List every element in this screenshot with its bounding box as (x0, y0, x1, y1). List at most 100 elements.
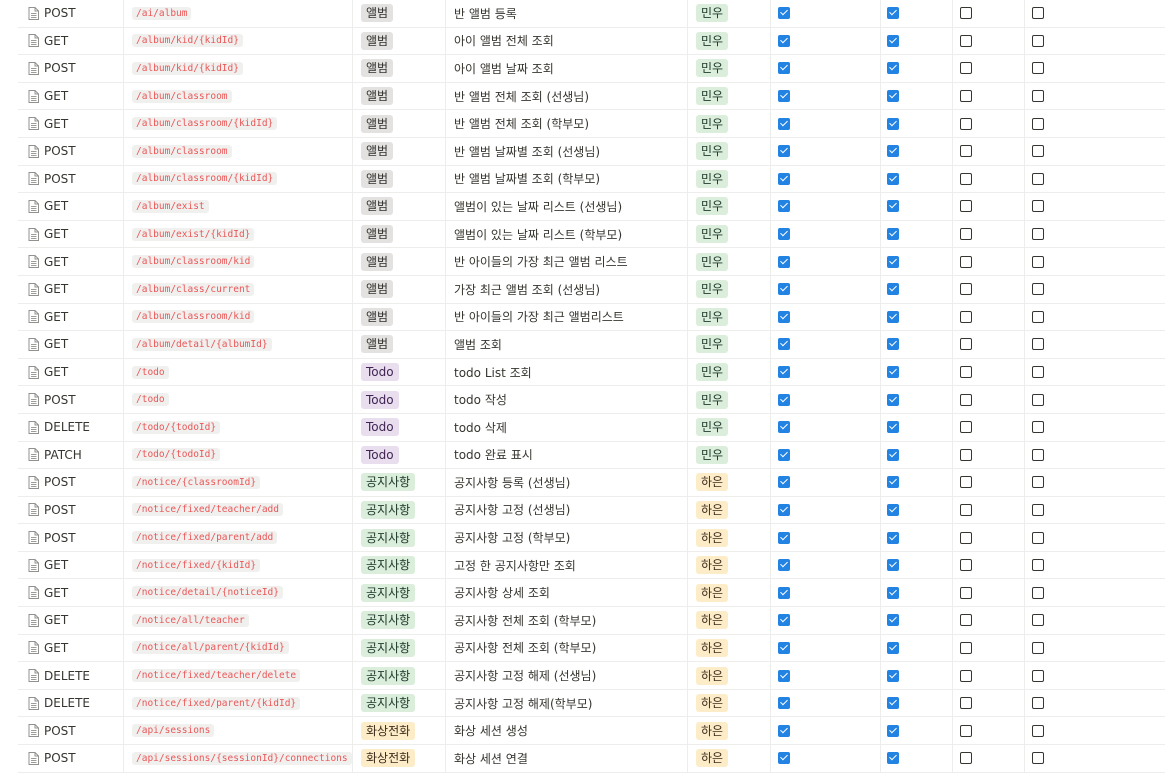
checkbox-4[interactable] (1032, 34, 1044, 47)
table-row[interactable]: GET /album/classroom/kid 앨범 반 아이들의 가장 최근… (18, 248, 1165, 276)
owner-cell[interactable]: 하은 (688, 689, 771, 717)
checkbox-2[interactable] (887, 531, 899, 544)
category-cell[interactable]: 앨범 (353, 248, 446, 275)
url-cell[interactable]: /album/detail/{albumId} (124, 331, 353, 358)
checkbox-4[interactable] (1032, 145, 1044, 158)
description-cell[interactable]: 앨범이 있는 날짜 리스트 (학부모) (446, 220, 688, 248)
table-row[interactable]: DELETE /notice/fixed/parent/{kidId} 공지사항… (18, 689, 1165, 718)
table-row[interactable]: GET /album/detail/{albumId} 앨범 앨범 조회 민우 (18, 331, 1165, 359)
method-cell[interactable]: POST (18, 0, 124, 27)
category-cell[interactable]: 앨범 (353, 303, 446, 331)
checkbox-1[interactable] (778, 752, 790, 765)
method-cell[interactable]: POST (18, 524, 124, 551)
method-cell[interactable]: GET (18, 82, 124, 110)
table-row[interactable]: DELETE /todo/{todoId} Todo todo 삭제 민우 (18, 413, 1165, 442)
checkbox-3[interactable] (960, 117, 972, 130)
description-cell[interactable]: 앨범 조회 (446, 331, 688, 358)
url-cell[interactable]: /todo/{todoId} (124, 413, 353, 441)
method-cell[interactable]: GET (18, 110, 124, 137)
checkbox-4[interactable] (1032, 62, 1044, 75)
method-cell[interactable]: GET (18, 27, 124, 55)
method-cell[interactable]: DELETE (18, 413, 124, 441)
checkbox-4[interactable] (1032, 310, 1044, 323)
description-cell[interactable]: 반 아이들의 가장 최근 앨범리스트 (446, 303, 688, 331)
owner-cell[interactable]: 민우 (688, 413, 771, 441)
owner-cell[interactable]: 민우 (688, 110, 771, 137)
table-row[interactable]: POST /album/classroom/{kidId} 앨범 반 앨범 날짜… (18, 165, 1165, 194)
owner-cell[interactable]: 하은 (688, 607, 771, 634)
category-cell[interactable]: 공지사항 (353, 607, 446, 634)
checkbox-4[interactable] (1032, 531, 1044, 544)
owner-cell[interactable]: 하은 (688, 579, 771, 607)
checkbox-2[interactable] (887, 200, 899, 213)
checkbox-1[interactable] (778, 503, 790, 516)
checkbox-1[interactable] (778, 200, 790, 213)
url-cell[interactable]: /notice/fixed/teacher/add (124, 496, 353, 524)
table-row[interactable]: GET /album/classroom 앨범 반 앨범 전체 조회 (선생님)… (18, 82, 1165, 111)
category-cell[interactable]: 앨범 (353, 331, 446, 358)
table-row[interactable]: GET /notice/all/parent/{kidId} 공지사항 공지사항… (18, 634, 1165, 663)
checkbox-4[interactable] (1032, 90, 1044, 103)
category-cell[interactable]: 공지사항 (353, 689, 446, 717)
owner-cell[interactable]: 민우 (688, 137, 771, 165)
category-cell[interactable]: 공지사항 (353, 469, 446, 496)
checkbox-3[interactable] (960, 283, 972, 296)
owner-cell[interactable]: 하은 (688, 662, 771, 689)
table-row[interactable]: POST /notice/{classroomId} 공지사항 공지사항 등록 … (18, 469, 1165, 497)
checkbox-3[interactable] (960, 310, 972, 323)
owner-cell[interactable]: 민우 (688, 275, 771, 303)
checkbox-3[interactable] (960, 641, 972, 654)
checkbox-2[interactable] (887, 7, 899, 20)
checkbox-3[interactable] (960, 614, 972, 627)
description-cell[interactable]: 공지사항 고정 (선생님) (446, 496, 688, 524)
method-cell[interactable]: DELETE (18, 662, 124, 689)
url-cell[interactable]: /album/classroom (124, 82, 353, 110)
checkbox-1[interactable] (778, 559, 790, 572)
checkbox-2[interactable] (887, 503, 899, 516)
checkbox-3[interactable] (960, 228, 972, 241)
description-cell[interactable]: 화상 세션 생성 (446, 717, 688, 745)
method-cell[interactable]: POST (18, 386, 124, 413)
checkbox-1[interactable] (778, 669, 790, 682)
table-row[interactable]: GET /todo Todo todo List 조회 민우 (18, 358, 1165, 387)
checkbox-4[interactable] (1032, 586, 1044, 599)
owner-cell[interactable]: 민우 (688, 303, 771, 331)
table-row[interactable]: GET /notice/all/teacher 공지사항 공지사항 전체 조회 … (18, 607, 1165, 635)
category-cell[interactable]: 앨범 (353, 110, 446, 137)
checkbox-2[interactable] (887, 476, 899, 489)
checkbox-2[interactable] (887, 117, 899, 130)
category-cell[interactable]: 화상전화 (353, 745, 446, 772)
checkbox-4[interactable] (1032, 255, 1044, 268)
owner-cell[interactable]: 민우 (688, 193, 771, 220)
checkbox-4[interactable] (1032, 421, 1044, 434)
category-cell[interactable]: 공지사항 (353, 524, 446, 551)
owner-cell[interactable]: 민우 (688, 27, 771, 55)
description-cell[interactable]: todo List 조회 (446, 358, 688, 386)
owner-cell[interactable]: 민우 (688, 55, 771, 82)
checkbox-4[interactable] (1032, 503, 1044, 516)
owner-cell[interactable]: 민우 (688, 0, 771, 27)
table-row[interactable]: GET /notice/fixed/{kidId} 공지사항 고정 한 공지사항… (18, 551, 1165, 580)
checkbox-3[interactable] (960, 338, 972, 351)
url-cell[interactable]: /album/kid/{kidId} (124, 55, 353, 82)
checkbox-3[interactable] (960, 503, 972, 516)
description-cell[interactable]: 공지사항 고정 해제(학부모) (446, 689, 688, 717)
description-cell[interactable]: 아이 앨범 전체 조회 (446, 27, 688, 55)
checkbox-4[interactable] (1032, 338, 1044, 351)
checkbox-1[interactable] (778, 393, 790, 406)
owner-cell[interactable]: 하은 (688, 524, 771, 551)
table-row[interactable]: POST /notice/fixed/teacher/add 공지사항 공지사항… (18, 496, 1165, 525)
checkbox-2[interactable] (887, 448, 899, 461)
checkbox-1[interactable] (778, 283, 790, 296)
table-row[interactable]: GET /album/classroom/kid 앨범 반 아이들의 가장 최근… (18, 303, 1165, 332)
description-cell[interactable]: todo 완료 표시 (446, 441, 688, 469)
checkbox-2[interactable] (887, 614, 899, 627)
url-cell[interactable]: /notice/all/teacher (124, 607, 353, 634)
checkbox-1[interactable] (778, 90, 790, 103)
owner-cell[interactable]: 하은 (688, 745, 771, 772)
checkbox-2[interactable] (887, 172, 899, 185)
method-cell[interactable]: POST (18, 717, 124, 745)
method-cell[interactable]: GET (18, 634, 124, 662)
checkbox-4[interactable] (1032, 283, 1044, 296)
method-cell[interactable]: POST (18, 165, 124, 193)
